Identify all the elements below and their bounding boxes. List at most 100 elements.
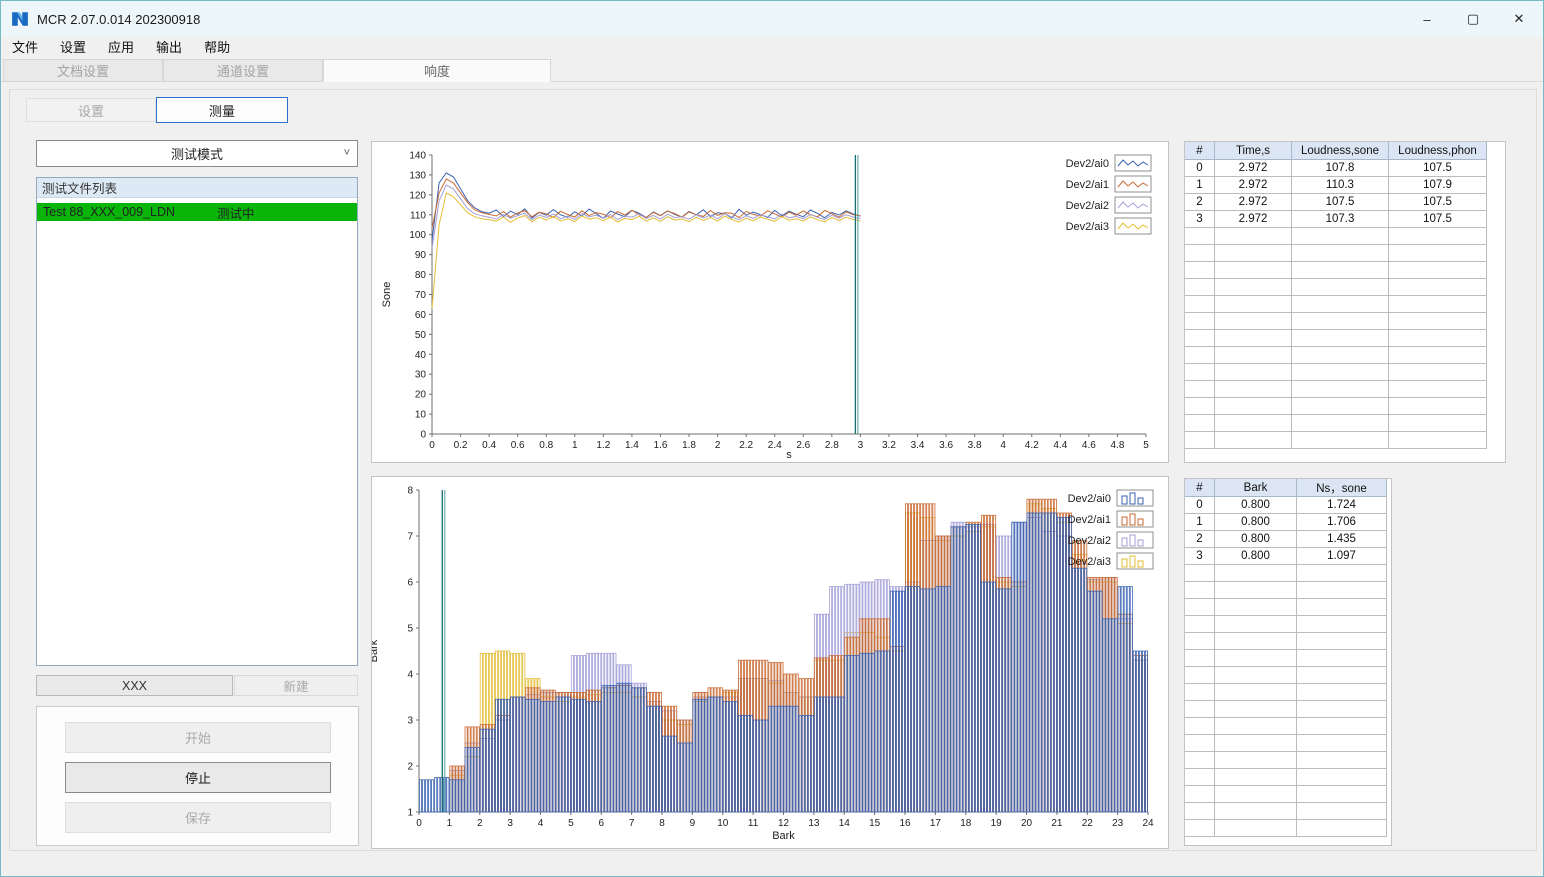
table-row[interactable] bbox=[1185, 244, 1487, 262]
menu-settings[interactable]: 设置 bbox=[49, 37, 97, 58]
save-button[interactable]: 保存 bbox=[65, 802, 331, 833]
table-row[interactable]: 3 2.972 107.3 107.5 bbox=[1185, 210, 1487, 228]
table-row[interactable] bbox=[1185, 751, 1387, 769]
table-cell bbox=[1185, 768, 1215, 786]
table-row[interactable] bbox=[1185, 700, 1387, 718]
close-button[interactable]: ✕ bbox=[1496, 1, 1542, 37]
table-row[interactable]: 2 0.800 1.435 bbox=[1185, 530, 1387, 548]
menu-apply[interactable]: 应用 bbox=[97, 37, 145, 58]
maximize-button[interactable]: ▢ bbox=[1450, 1, 1496, 37]
table-row[interactable] bbox=[1185, 363, 1487, 381]
svg-text:6: 6 bbox=[407, 578, 413, 589]
table-cell bbox=[1388, 329, 1487, 347]
table-row[interactable] bbox=[1185, 649, 1387, 667]
tab-loudness[interactable]: 响度 bbox=[323, 59, 551, 82]
table-row[interactable]: 3 0.800 1.097 bbox=[1185, 547, 1387, 565]
svg-text:Dev2/ai2: Dev2/ai2 bbox=[1066, 200, 1109, 212]
table-row[interactable] bbox=[1185, 615, 1387, 633]
table-row[interactable] bbox=[1185, 785, 1387, 803]
svg-text:2: 2 bbox=[715, 440, 721, 451]
table-row[interactable] bbox=[1185, 666, 1387, 684]
svg-text:22: 22 bbox=[1082, 818, 1094, 829]
table-cell bbox=[1388, 227, 1487, 245]
table-cell bbox=[1185, 346, 1215, 364]
tab-document-settings[interactable]: 文档设置 bbox=[3, 59, 163, 82]
table-cell bbox=[1296, 649, 1387, 667]
table-row[interactable] bbox=[1185, 397, 1487, 415]
table-row[interactable] bbox=[1185, 802, 1387, 820]
table-row[interactable]: 1 0.800 1.706 bbox=[1185, 513, 1387, 531]
subtab-measure[interactable]: 测量 bbox=[156, 97, 288, 123]
stop-button[interactable]: 停止 bbox=[65, 762, 331, 793]
menu-help[interactable]: 帮助 bbox=[193, 37, 241, 58]
table-row[interactable] bbox=[1185, 768, 1387, 786]
svg-text:4.2: 4.2 bbox=[1025, 440, 1039, 451]
table-row[interactable] bbox=[1185, 734, 1387, 752]
table-row[interactable] bbox=[1185, 717, 1387, 735]
table-row[interactable] bbox=[1185, 431, 1487, 449]
column-header: Loudness,phon bbox=[1388, 142, 1487, 160]
column-header: # bbox=[1185, 479, 1215, 497]
table-row[interactable] bbox=[1185, 581, 1387, 599]
svg-text:3.8: 3.8 bbox=[968, 440, 982, 451]
svg-text:7: 7 bbox=[629, 818, 635, 829]
table-cell bbox=[1388, 312, 1487, 330]
new-button[interactable]: 新建 bbox=[234, 675, 358, 696]
table-row[interactable] bbox=[1185, 312, 1487, 330]
svg-text:2.2: 2.2 bbox=[739, 440, 753, 451]
start-button[interactable]: 开始 bbox=[65, 722, 331, 753]
table-cell bbox=[1291, 244, 1389, 262]
xxx-button[interactable]: XXX bbox=[36, 675, 233, 696]
table-cell: 107.5 bbox=[1388, 210, 1487, 228]
svg-text:0: 0 bbox=[429, 440, 435, 451]
table-cell bbox=[1296, 598, 1387, 616]
table-row[interactable] bbox=[1185, 683, 1387, 701]
menu-file[interactable]: 文件 bbox=[1, 37, 49, 58]
svg-text:2: 2 bbox=[407, 762, 413, 773]
table-cell: 1.097 bbox=[1296, 547, 1387, 565]
table-cell bbox=[1185, 414, 1215, 432]
test-file-item[interactable]: Test 88_XXX_009_LDN 测试中 bbox=[37, 203, 357, 221]
table-row[interactable] bbox=[1185, 346, 1487, 364]
table-cell bbox=[1291, 414, 1389, 432]
specific-loudness-chart[interactable]: 0 1 2 3 4 5 6 7 8 9 10 11 12 13 14 15 16 17 18 19 20 21 22 23 24… bbox=[368, 477, 1168, 848]
table-row[interactable] bbox=[1185, 414, 1487, 432]
table-row[interactable] bbox=[1185, 819, 1387, 837]
table-cell bbox=[1214, 768, 1297, 786]
menu-output[interactable]: 输出 bbox=[145, 37, 193, 58]
subtab-settings[interactable]: 设置 bbox=[26, 98, 156, 122]
svg-text:4: 4 bbox=[1000, 440, 1006, 451]
table-cell bbox=[1185, 598, 1215, 616]
table-row[interactable] bbox=[1185, 261, 1487, 279]
table-cell bbox=[1185, 802, 1215, 820]
tab-channel-settings[interactable]: 通道设置 bbox=[163, 59, 323, 82]
table-cell: 2.972 bbox=[1214, 159, 1292, 177]
table-row[interactable] bbox=[1185, 329, 1487, 347]
table-cell bbox=[1214, 734, 1297, 752]
table-row[interactable] bbox=[1185, 598, 1387, 616]
table-row[interactable] bbox=[1185, 227, 1487, 245]
table-row[interactable] bbox=[1185, 564, 1387, 582]
svg-text:2: 2 bbox=[477, 818, 483, 829]
table-row[interactable]: 0 2.972 107.8 107.5 bbox=[1185, 159, 1487, 177]
table-cell bbox=[1185, 295, 1215, 313]
svg-text:1: 1 bbox=[407, 808, 413, 819]
table-cell bbox=[1214, 244, 1292, 262]
test-mode-select[interactable]: 测试模式 ˅ bbox=[36, 140, 358, 167]
table-cell bbox=[1388, 363, 1487, 381]
table-row[interactable]: 0 0.800 1.724 bbox=[1185, 496, 1387, 514]
table-row[interactable] bbox=[1185, 380, 1487, 398]
table-row[interactable] bbox=[1185, 632, 1387, 650]
table-row[interactable]: 2 2.972 107.5 107.5 bbox=[1185, 193, 1487, 211]
svg-text:7: 7 bbox=[407, 532, 413, 543]
table-row[interactable] bbox=[1185, 295, 1487, 313]
svg-text:11: 11 bbox=[748, 818, 759, 829]
table-cell: 1.706 bbox=[1296, 513, 1387, 531]
table-cell bbox=[1291, 329, 1389, 347]
table-cell bbox=[1214, 649, 1297, 667]
loudness-time-chart[interactable]: 0 0.2 0.4 0.6 0.8 1 1.2 1.4 1.6 1.8 2 2.2 2.4 2.6 2.8 3… bbox=[372, 142, 1168, 462]
table-row[interactable] bbox=[1185, 278, 1487, 296]
minimize-button[interactable]: – bbox=[1404, 1, 1450, 37]
table-cell bbox=[1388, 414, 1487, 432]
table-row[interactable]: 1 2.972 110.3 107.9 bbox=[1185, 176, 1487, 194]
